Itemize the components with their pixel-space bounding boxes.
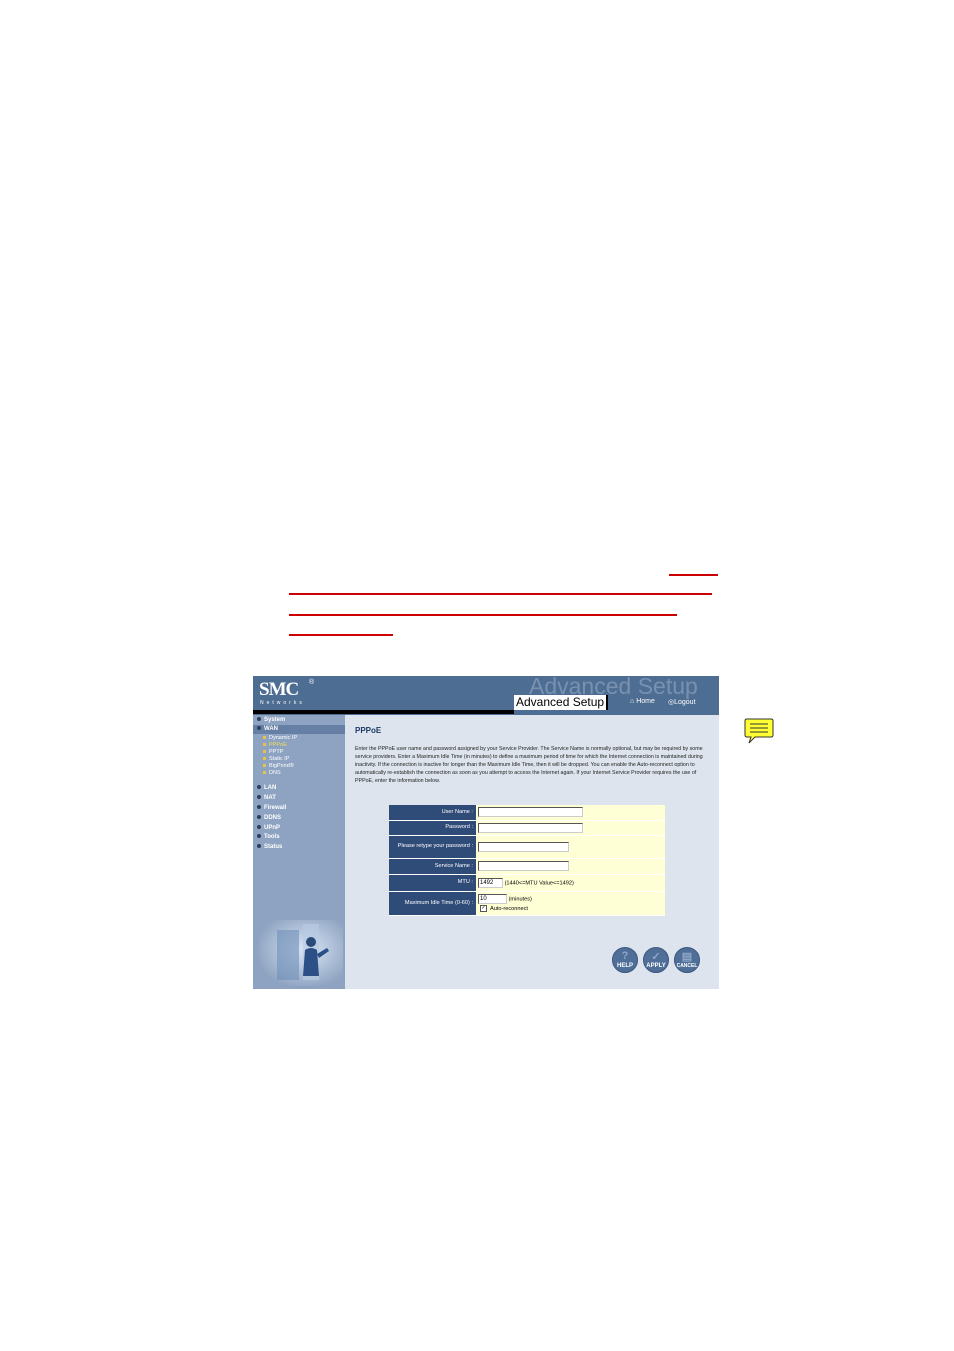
- bullet-icon: [257, 805, 261, 810]
- idle-time-input[interactable]: 10: [478, 894, 507, 904]
- sidebar-item-tools[interactable]: Tools: [257, 833, 280, 842]
- sidebar-subitem-bigpond[interactable]: BigPond®: [263, 763, 294, 770]
- pppoe-form: User Name : Password : Please retype you…: [389, 805, 665, 916]
- bullet-icon: [257, 717, 261, 722]
- sidebar-item-wan[interactable]: WAN: [253, 725, 345, 734]
- main-content: PPPoE Enter the PPPoE user name and pass…: [345, 715, 719, 989]
- retype-password-input[interactable]: [478, 841, 569, 852]
- sidebar-subitem-dynamic-ip[interactable]: Dynamic IP: [263, 735, 297, 742]
- cancel-button[interactable]: ▤ CANCEL: [674, 947, 700, 973]
- mtu-input[interactable]: 1492: [478, 877, 503, 888]
- service-name-label: Service Name :: [389, 858, 476, 875]
- form-row-user-name: User Name :: [389, 805, 665, 821]
- home-link[interactable]: ⌂ Home: [630, 698, 655, 705]
- sidebar-item-status[interactable]: Status: [257, 843, 282, 852]
- sidebar-subitem-static-ip[interactable]: Static IP: [263, 756, 289, 763]
- mtu-cell: 1492 (1440<=MTU Value<=1492): [476, 874, 665, 892]
- apply-button[interactable]: ✓ APPLY: [643, 947, 669, 973]
- home-icon: ⌂: [630, 698, 635, 705]
- password-label: Password :: [389, 820, 476, 836]
- retype-password-label: Please retype your password :: [389, 835, 476, 859]
- cancel-icon: ▤: [681, 951, 693, 963]
- form-row-service-name: Service Name :: [389, 858, 665, 875]
- header-bar: SMC ® Networks Advanced Setup Advanced S…: [253, 676, 719, 710]
- bullet-icon: [257, 815, 261, 820]
- tracked-change-line-3: [289, 614, 677, 616]
- help-icon: ?: [621, 950, 629, 962]
- header-divider: [253, 710, 514, 714]
- mtu-hint: (1440<=MTU Value<=1492): [504, 879, 574, 886]
- form-row-idle-time: Maximum Idle Time (0-60) : 10 (minutes) …: [389, 891, 665, 916]
- user-name-input[interactable]: [478, 807, 583, 818]
- page-description: Enter the PPPoE user name and password a…: [355, 746, 703, 784]
- sidebar-item-upnp[interactable]: UPnP: [257, 824, 280, 833]
- smc-logo: SMC: [259, 679, 299, 700]
- sidebar-item-firewall[interactable]: Firewall: [257, 804, 286, 813]
- form-row-mtu: MTU : 1492 (1440<=MTU Value<=1492): [389, 874, 665, 892]
- help-button[interactable]: ? HELP: [612, 947, 638, 973]
- square-bullet-icon: [263, 757, 266, 761]
- bullet-icon: [257, 726, 261, 731]
- sidebar-item-system[interactable]: System: [257, 716, 285, 725]
- tracked-change-line-4: [289, 634, 393, 636]
- form-row-password: Password :: [389, 820, 665, 836]
- user-name-label: User Name :: [389, 805, 476, 821]
- sidebar-illustration: [259, 920, 343, 986]
- comment-icon[interactable]: [744, 717, 774, 745]
- idle-time-cell: 10 (minutes) ✓ Auto-reconnect: [476, 891, 665, 916]
- service-name-cell: [476, 858, 665, 875]
- sidebar-subitem-pppoe[interactable]: PPPoE: [263, 742, 287, 749]
- sidebar-item-ddns[interactable]: DDNS: [257, 814, 281, 823]
- square-bullet-icon: [263, 736, 266, 740]
- apply-icon: ✓: [651, 951, 661, 963]
- sidebar-item-lan[interactable]: LAN: [257, 784, 276, 793]
- sidebar-item-nat[interactable]: NAT: [257, 794, 276, 803]
- square-bullet-icon: [263, 750, 266, 754]
- retype-password-cell: [476, 835, 665, 859]
- tracked-change-line-1: [669, 574, 718, 576]
- sidebar-subitem-pptp[interactable]: PPTP: [263, 749, 283, 756]
- page-section-title: Advanced Setup: [514, 695, 609, 710]
- bullet-icon: [257, 834, 261, 839]
- bullet-icon: [257, 795, 261, 800]
- form-row-retype-password: Please retype your password :: [389, 835, 665, 859]
- registered-mark: ®: [309, 679, 315, 686]
- router-setup-screenshot: SMC ® Networks Advanced Setup Advanced S…: [253, 676, 719, 989]
- bullet-icon: [257, 844, 261, 849]
- page-title: PPPoE: [355, 726, 382, 735]
- password-input[interactable]: [478, 822, 583, 833]
- password-cell: [476, 820, 665, 836]
- square-bullet-icon: [263, 771, 266, 775]
- auto-reconnect-checkbox[interactable]: ✓: [480, 905, 487, 912]
- auto-reconnect-label: Auto-reconnect: [490, 905, 528, 912]
- square-bullet-icon: [263, 743, 266, 747]
- square-bullet-icon: [263, 764, 266, 768]
- idle-time-label: Maximum Idle Time (0-60) :: [389, 891, 476, 916]
- mtu-label: MTU :: [389, 874, 476, 892]
- tracked-change-line-2: [289, 593, 712, 595]
- bullet-icon: [257, 785, 261, 790]
- logo-subtitle: Networks: [260, 700, 305, 706]
- service-name-input[interactable]: [478, 861, 569, 871]
- logout-link[interactable]: ◎Logout: [668, 698, 696, 706]
- bullet-icon: [257, 825, 261, 830]
- idle-time-unit: (minutes): [508, 896, 532, 903]
- user-name-cell: [476, 805, 665, 821]
- sidebar-subitem-dns[interactable]: DNS: [263, 770, 281, 777]
- sidebar: System WAN Dynamic IP PPPoE PPTP Static …: [253, 715, 345, 989]
